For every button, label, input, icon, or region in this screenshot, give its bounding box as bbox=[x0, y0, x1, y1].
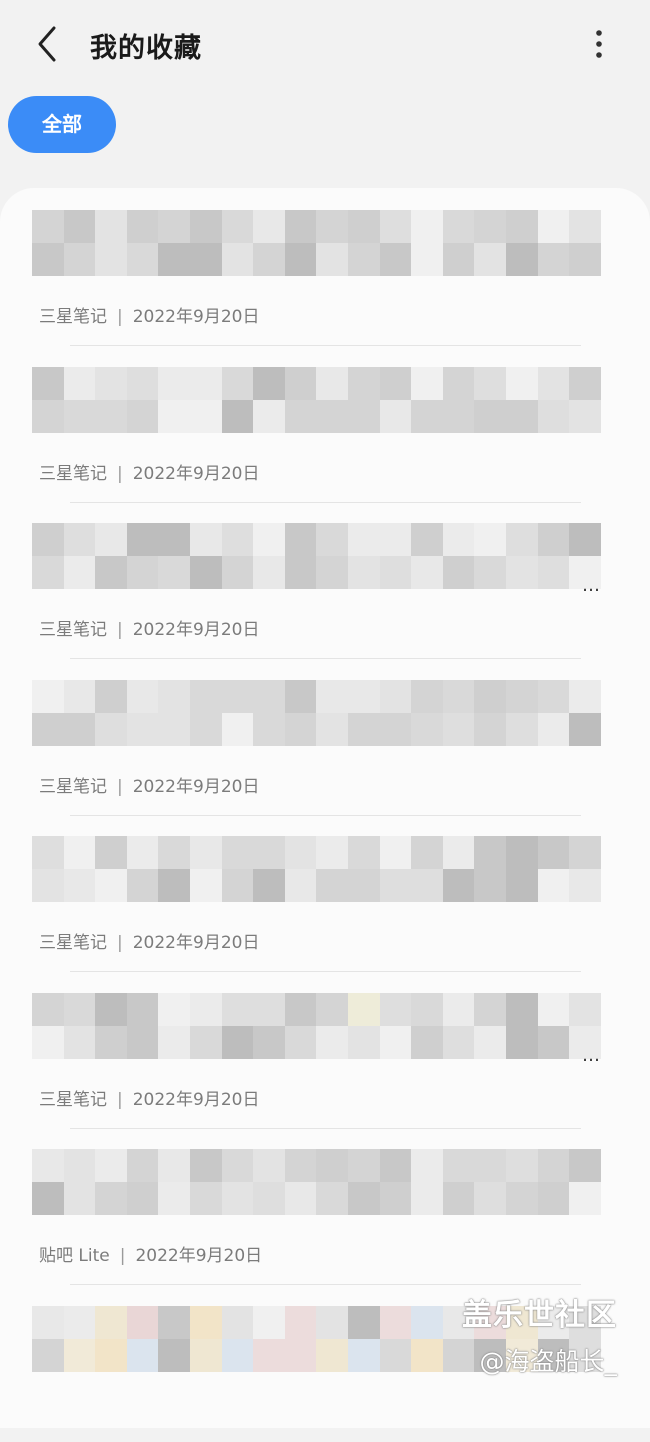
item-date: 2022年9月20日 bbox=[132, 1089, 260, 1110]
chevron-left-icon bbox=[38, 26, 56, 62]
item-meta: 贴吧 Lite | 2022年9月20日 bbox=[39, 1241, 262, 1266]
item-date: 2022年9月20日 bbox=[132, 933, 260, 953]
item-meta: 三星笔记 | 2022年9月20日 bbox=[39, 615, 259, 640]
item-source: 三星笔记 bbox=[39, 933, 107, 953]
blurred-preview bbox=[32, 679, 602, 746]
list-item[interactable]: 三星笔记 | 2022年9月20日 bbox=[0, 660, 650, 816]
blurred-preview bbox=[32, 836, 602, 902]
list-item[interactable]: 贴吧 Lite | 2022年9月20日 bbox=[0, 1129, 650, 1285]
meta-separator: | bbox=[117, 463, 123, 484]
page-title: 我的收藏 bbox=[90, 33, 202, 64]
list-item[interactable]: … 三星笔记 | 2022年9月20日 bbox=[0, 503, 650, 659]
more-options-button[interactable] bbox=[584, 26, 614, 62]
item-meta: 三星笔记 | 2022年9月20日 bbox=[39, 459, 259, 484]
list-item[interactable]: … 三星笔记 | 2022年9月20日 bbox=[0, 973, 650, 1129]
item-meta: 三星笔记 | 2022年9月20日 bbox=[39, 772, 259, 797]
list-item[interactable]: 三星笔记 | 2022年9月20日 bbox=[0, 347, 650, 503]
truncation-ellipsis: … bbox=[582, 1044, 601, 1066]
more-vertical-icon bbox=[596, 30, 602, 58]
item-source: 贴吧 Lite bbox=[39, 1246, 110, 1266]
meta-separator: | bbox=[117, 776, 123, 797]
item-date: 2022年9月20日 bbox=[132, 620, 260, 640]
item-source: 三星笔记 bbox=[39, 463, 107, 484]
item-meta: 三星笔记 | 2022年9月20日 bbox=[39, 1085, 259, 1110]
back-button[interactable] bbox=[30, 22, 70, 66]
item-meta: 三星笔记 | 2022年9月20日 bbox=[39, 928, 259, 953]
truncation-ellipsis: … bbox=[582, 575, 601, 596]
item-source: 三星笔记 bbox=[39, 1089, 107, 1110]
list-item[interactable]: 三星笔记 | 2022年9月20日 bbox=[0, 816, 650, 972]
watermark-title: 盖乐世社区 bbox=[462, 1298, 617, 1333]
blurred-preview bbox=[32, 366, 602, 433]
meta-separator: | bbox=[117, 620, 123, 640]
item-source: 三星笔记 bbox=[39, 620, 107, 640]
meta-separator: | bbox=[119, 1246, 126, 1266]
item-date: 2022年9月20日 bbox=[132, 307, 260, 327]
watermark: 盖乐世社区 @海盗船长_ bbox=[462, 1290, 617, 1378]
blurred-preview bbox=[32, 1149, 602, 1215]
blurred-preview bbox=[32, 523, 602, 589]
item-date: 2022年9月20日 bbox=[132, 776, 260, 797]
meta-separator: | bbox=[117, 307, 123, 327]
blurred-preview bbox=[32, 210, 602, 276]
meta-separator: | bbox=[117, 933, 123, 953]
list-item[interactable]: 三星笔记 | 2022年9月20日 bbox=[0, 190, 650, 346]
item-source: 三星笔记 bbox=[39, 307, 107, 327]
item-date: 2022年9月20日 bbox=[135, 1246, 263, 1266]
favorites-list: 三星笔记 | 2022年9月20日 三星笔记 | 2022年9月20日… 三星笔记 | 2022… bbox=[0, 188, 650, 1428]
meta-separator: | bbox=[117, 1089, 123, 1110]
item-meta: 三星笔记 | 2022年9月20日 bbox=[39, 302, 259, 327]
blurred-preview bbox=[32, 992, 602, 1059]
app-bar: 我的收藏 bbox=[0, 0, 650, 90]
item-date: 2022年9月20日 bbox=[132, 463, 260, 484]
filter-chip-all[interactable]: 全部 bbox=[8, 96, 116, 153]
watermark-author: @海盗船长_ bbox=[479, 1347, 617, 1376]
item-source: 三星笔记 bbox=[39, 776, 107, 797]
